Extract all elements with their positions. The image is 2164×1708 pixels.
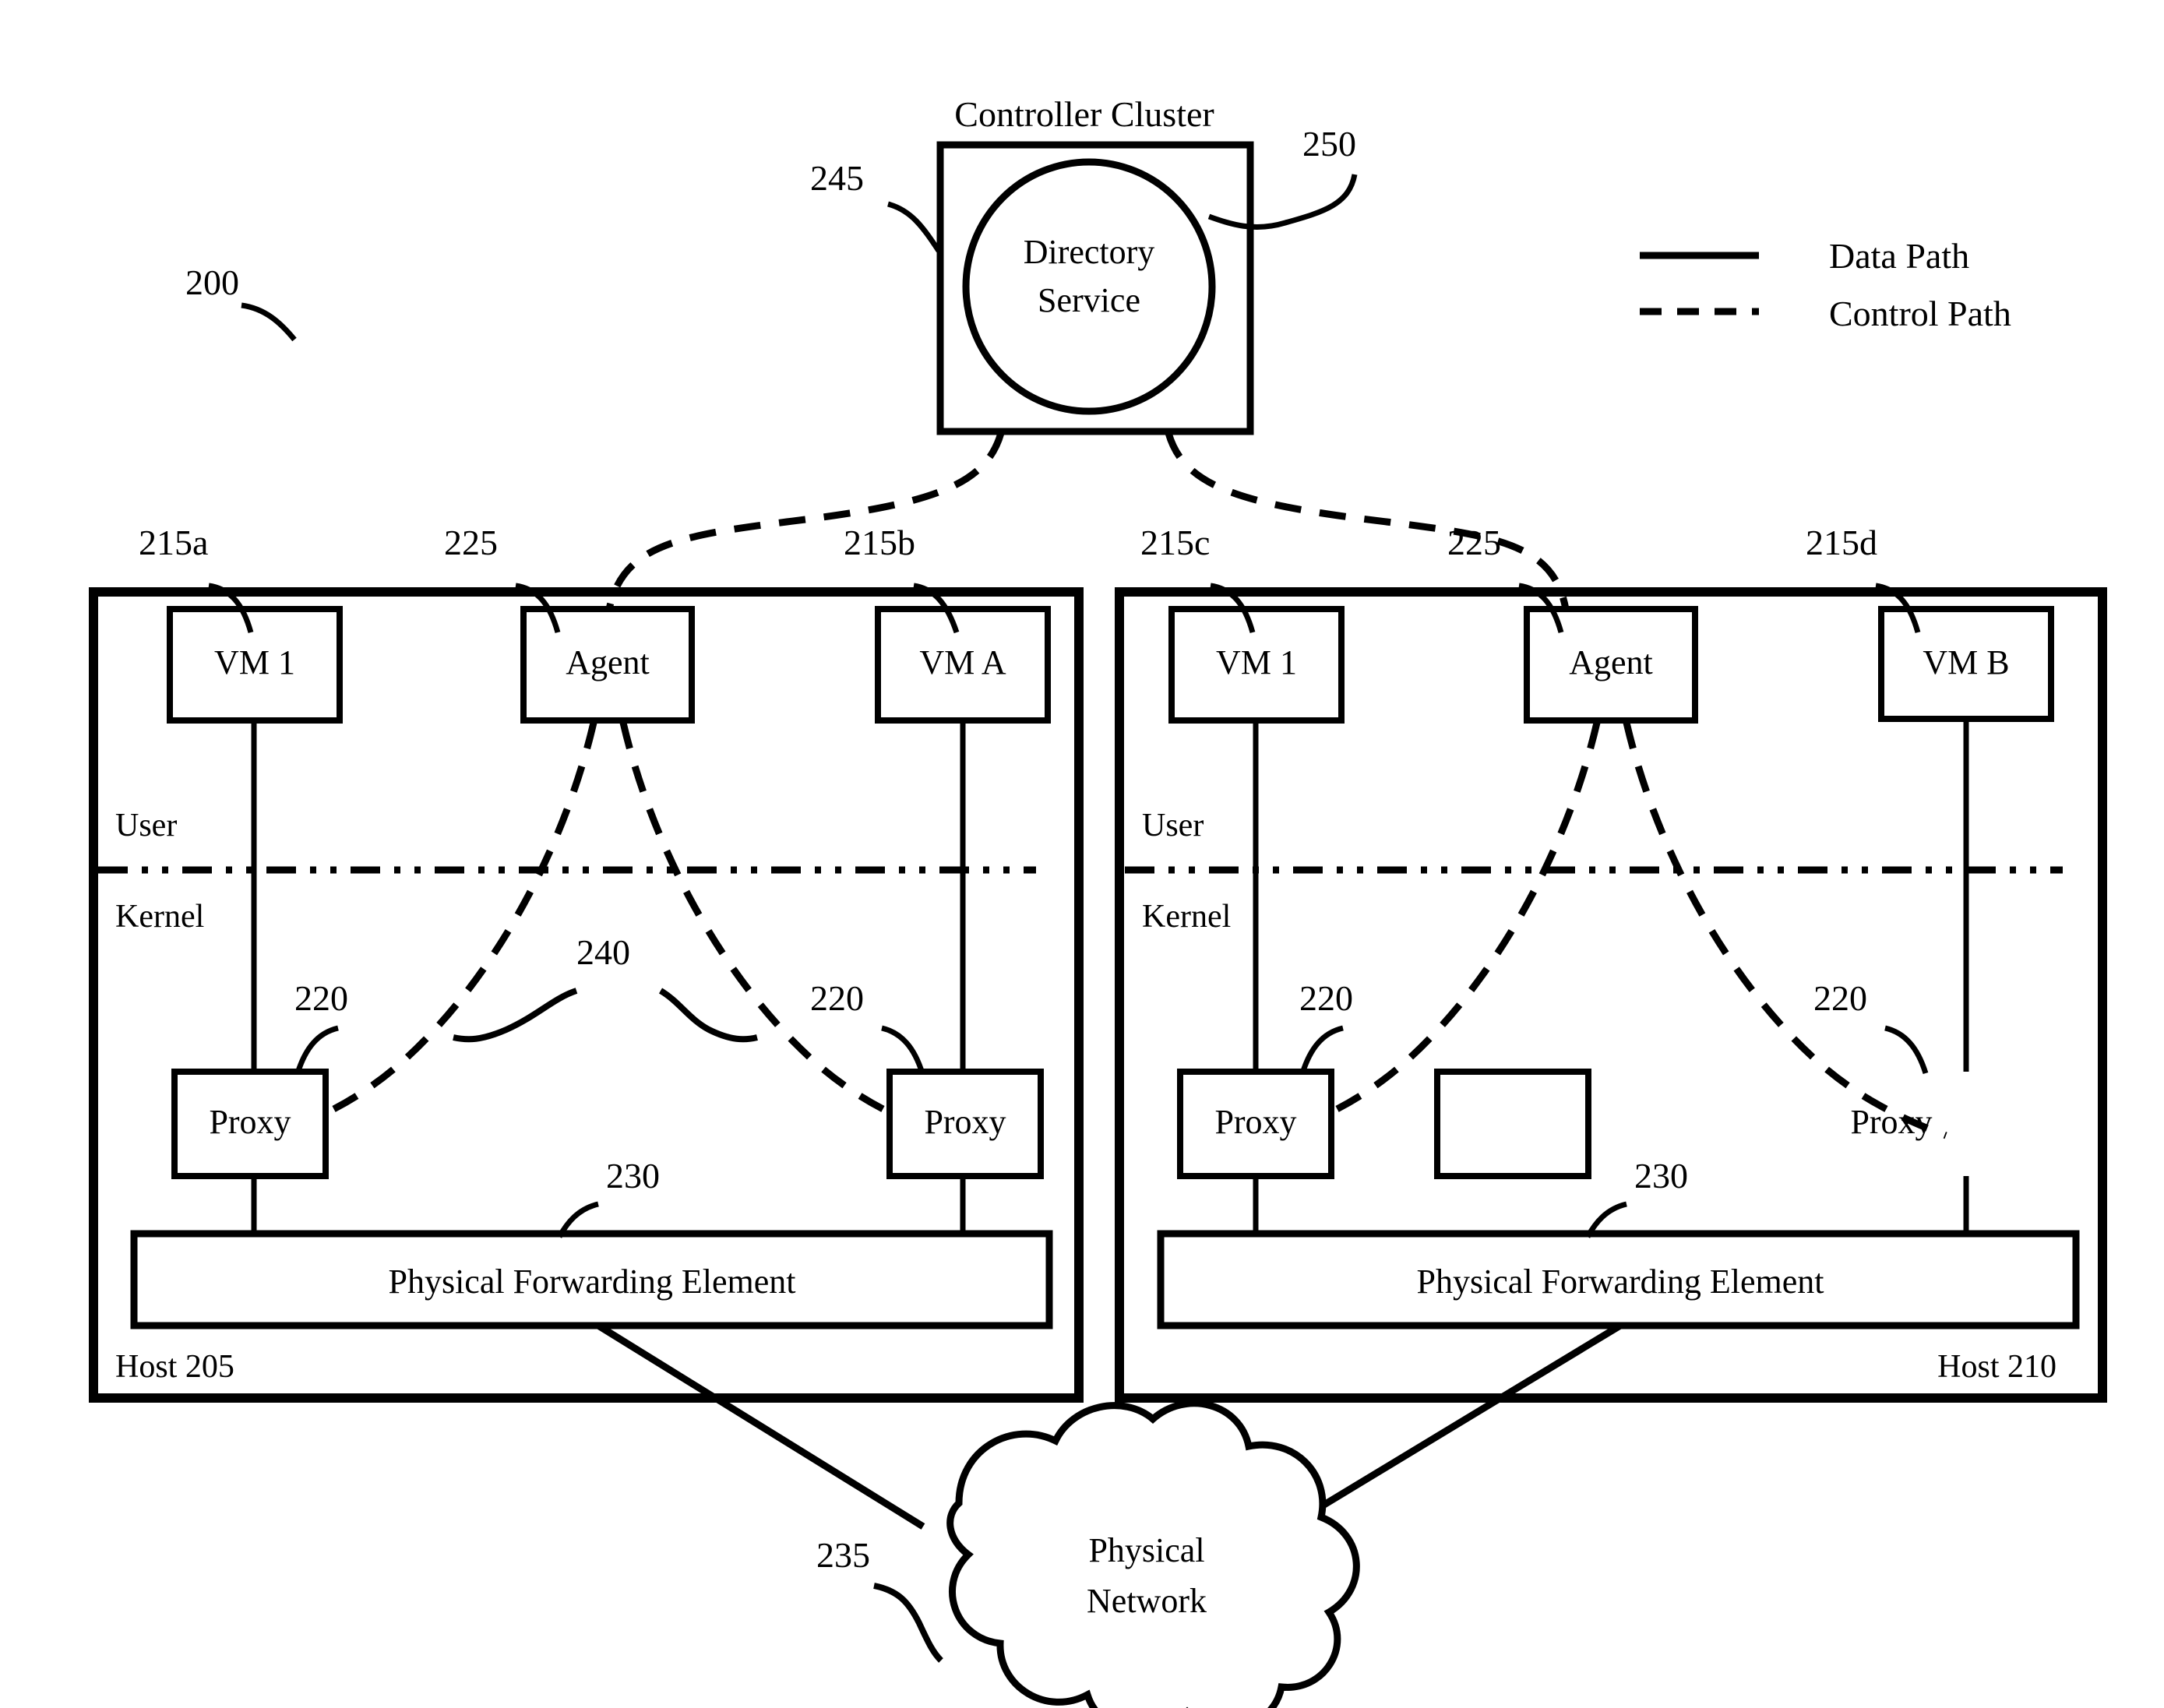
legend-label-data-path: Data Path: [1829, 236, 1969, 276]
physical-network-label-line2: Network: [1087, 1582, 1207, 1620]
host-210-proxy-right-label: Proxy: [1850, 1103, 1932, 1141]
ref-215a-label: 215a: [139, 523, 208, 562]
legend-label-control-path: Control Path: [1829, 294, 2011, 333]
host-210-ref-220-right-leader: [1884, 1025, 1929, 1075]
host-210-ref-220-left-label: 220: [1299, 978, 1353, 1018]
host-210-user-label: User: [1142, 808, 1204, 843]
host-205-ref-230-label: 230: [606, 1156, 660, 1196]
ref-215c-label: 215c: [1140, 523, 1210, 562]
directory-service-label-line1: Directory: [1024, 233, 1155, 271]
figure-ref-200-label: 200: [185, 262, 239, 302]
data-path-pfe-to-network: [596, 1322, 925, 1530]
controller-cluster: Controller Cluster Directory Service 245…: [810, 94, 1358, 435]
ref-215b-label: 215b: [844, 523, 915, 562]
host-210-ref-220-left-leader: [1299, 1025, 1344, 1075]
host-205-ref-225-label: 225: [444, 523, 498, 562]
host-205-pfe-label: Physical Forwarding Element: [388, 1263, 795, 1301]
figure-ref-200-leader: [241, 302, 297, 342]
host-210-ref-230-label: 230: [1634, 1156, 1688, 1196]
control-path-left-agent: [605, 431, 1005, 610]
legend: Data Path Control Path: [1640, 236, 2011, 333]
host-205: User Kernel VM 1 215a Agent 225 VM A 215…: [89, 523, 1084, 1530]
host-210-ref-225-label: 225: [1447, 523, 1501, 562]
ref-240-leader-left: [453, 988, 578, 1043]
host-205-agent-label: Agent: [566, 643, 650, 681]
ref-215d-label: 215d: [1806, 523, 1877, 562]
host-210-proxy-right-box[interactable]: [1434, 1069, 1591, 1179]
physical-network-cloud: Physical Network 235: [816, 1400, 1360, 1708]
host-205-vma-label: VM A: [919, 643, 1006, 681]
figure-ref-200: 200: [185, 262, 297, 342]
ref-240-label: 240: [576, 932, 630, 972]
host-210-kernel-label: Kernel: [1142, 899, 1231, 935]
host-205-ref-220-left-leader: [294, 1025, 339, 1075]
host-210-control-paths: [1276, 721, 1947, 1139]
host-205-data-paths: [251, 720, 966, 1530]
host-210-ref-220-right-label: 220: [1813, 978, 1867, 1018]
patent-figure: 200 Controller Cluster Directory Service…: [0, 0, 2164, 1708]
host-205-control-paths: [273, 721, 944, 1139]
host-205-ref-220-right-leader: [881, 1025, 925, 1075]
host-210-pfe-label: Physical Forwarding Element: [1416, 1263, 1824, 1301]
data-path-pfe-to-network-h210: [1277, 1322, 1623, 1535]
host-205-ref-220-right-label: 220: [810, 978, 864, 1018]
host-210-vm1-label: VM 1: [1216, 643, 1297, 681]
control-path-cluster-to-agents: [605, 431, 1570, 610]
physical-network-label-line1: Physical: [1088, 1531, 1204, 1569]
host-210: User Kernel VM 1 215c Agent 225 VM B 215…: [1115, 523, 2107, 1535]
ref-235-label: 235: [816, 1535, 870, 1575]
ref-245-leader: [886, 201, 941, 252]
host-210-vmb-label: VM B: [1923, 643, 2009, 681]
host-205-name-label: Host 205: [115, 1349, 234, 1385]
ref-245-label: 245: [810, 158, 864, 198]
host-205-ref-220-left-label: 220: [294, 978, 348, 1018]
ref-240-leader-right: [658, 988, 758, 1043]
controller-cluster-title: Controller Cluster: [954, 94, 1214, 134]
control-path-right-agent: [1165, 431, 1570, 610]
host-205-user-label: User: [115, 808, 177, 843]
host-210-name-label: Host 210: [1937, 1349, 2057, 1385]
host-210-agent-label: Agent: [1569, 643, 1653, 681]
control-path-agent-to-proxy-right-h210: [1623, 721, 1947, 1139]
ref-250-label: 250: [1302, 124, 1356, 164]
host-205-proxy-right-label: Proxy: [924, 1103, 1006, 1141]
host-205-kernel-label: Kernel: [115, 899, 204, 935]
ref-235-leader: [873, 1583, 943, 1663]
host-210-proxy-left-label: Proxy: [1214, 1103, 1296, 1141]
network-architecture-diagram: 200 Controller Cluster Directory Service…: [89, 94, 2107, 1708]
directory-service-label-line2: Service: [1038, 281, 1140, 319]
host-205-proxy-left-label: Proxy: [209, 1103, 291, 1141]
host-205-vm1-label: VM 1: [214, 643, 295, 681]
